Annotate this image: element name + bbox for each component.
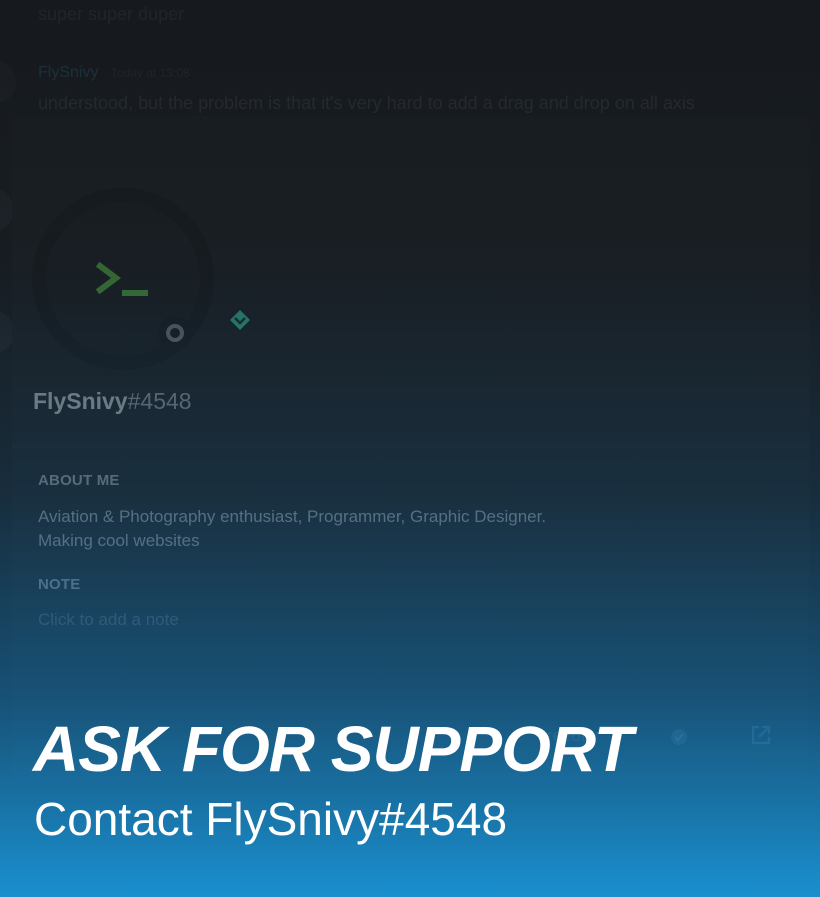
user-profile-card: FlySnivy#4548 ABOUT ME Aviation & Photog… xyxy=(12,116,809,778)
support-title: ASK FOR SUPPORT xyxy=(33,713,633,785)
note-heading: NOTE xyxy=(38,576,81,593)
about-me-line: Aviation & Photography enthusiast, Progr… xyxy=(38,507,547,526)
username-name: FlySnivy xyxy=(33,388,128,414)
terminal-prompt-icon xyxy=(96,262,148,296)
support-contact-text: Contact FlySnivy#4548 xyxy=(34,793,508,845)
message-header: FlySnivy Today at 13:08 xyxy=(38,64,190,82)
verified-check-icon xyxy=(671,729,687,745)
member-avatar[interactable] xyxy=(0,60,16,104)
offline-status-icon xyxy=(158,316,192,350)
about-me-heading: ABOUT ME xyxy=(38,472,120,489)
about-me-line: Making cool websites xyxy=(38,531,200,550)
previous-message: super super duper xyxy=(38,4,185,24)
hypesquad-badge-icon[interactable] xyxy=(228,308,252,332)
message-author[interactable]: FlySnivy xyxy=(38,64,98,81)
message-text: understood, but the problem is that it's… xyxy=(38,93,695,113)
username-discriminator: #4548 xyxy=(127,388,192,414)
about-me-text: Aviation & Photography enthusiast, Progr… xyxy=(38,505,546,553)
message-timestamp: Today at 13:08 xyxy=(110,66,190,80)
note-input[interactable]: Click to add a note xyxy=(38,610,179,630)
external-link-icon[interactable] xyxy=(750,724,772,746)
profile-username[interactable]: FlySnivy#4548 xyxy=(33,388,192,415)
divider xyxy=(12,446,809,447)
